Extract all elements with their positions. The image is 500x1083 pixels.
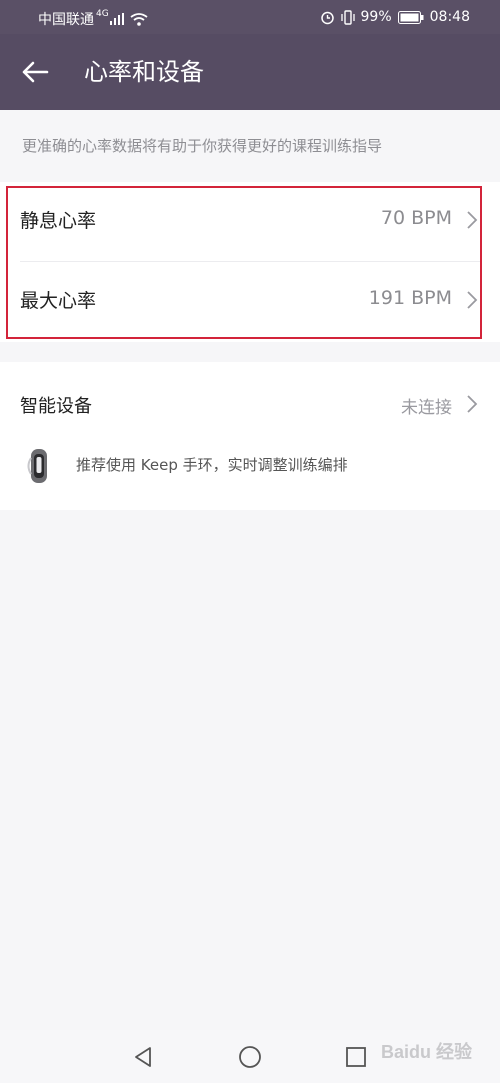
status-right: 99% 08:48 bbox=[320, 9, 470, 25]
chevron-right-icon bbox=[467, 395, 478, 413]
band-recommendation-text: 推荐使用 Keep 手环，实时调整训练编排 bbox=[76, 456, 348, 474]
circle-home-icon bbox=[239, 1046, 261, 1068]
resting-heart-rate-row[interactable]: 静息心率 70 BPM bbox=[0, 182, 500, 262]
device-status: 未连接 bbox=[401, 398, 452, 418]
nav-back-button[interactable] bbox=[128, 1042, 158, 1072]
nav-recents-button[interactable] bbox=[341, 1042, 371, 1072]
chevron-right-icon bbox=[467, 291, 478, 309]
battery-percent: 99% bbox=[360, 9, 392, 25]
network-type: 4G bbox=[96, 9, 109, 19]
smart-device-row[interactable]: 智能设备 未连接 bbox=[0, 362, 500, 446]
hint-section: 更准确的心率数据将有助于你获得更好的课程训练指导 bbox=[0, 110, 500, 182]
alarm-icon bbox=[320, 10, 335, 25]
resting-heart-rate-label: 静息心率 bbox=[20, 210, 97, 232]
triangle-back-icon bbox=[135, 1047, 151, 1067]
app-bar: 心率和设备 bbox=[0, 34, 500, 110]
max-heart-rate-row[interactable]: 最大心率 191 BPM bbox=[0, 262, 500, 342]
signal-icon bbox=[109, 13, 124, 25]
clock: 08:48 bbox=[429, 9, 470, 25]
heart-rate-card: 静息心率 70 BPM 最大心率 191 BPM bbox=[0, 182, 500, 342]
smart-device-label: 智能设备 bbox=[20, 396, 92, 417]
battery-icon bbox=[397, 10, 424, 24]
wifi-icon bbox=[130, 12, 148, 26]
page-title: 心率和设备 bbox=[84, 58, 204, 86]
chevron-right-icon bbox=[467, 211, 478, 229]
status-bar: 中国联通 4G 99% 08:48 bbox=[0, 0, 500, 34]
band-recommendation: 推荐使用 Keep 手环，实时调整训练编排 bbox=[0, 446, 500, 510]
max-heart-rate-label: 最大心率 bbox=[20, 290, 97, 312]
devices-card: 智能设备 未连接 推荐使用 Keep 手环，实时调整训练编排 bbox=[0, 362, 500, 510]
back-button[interactable] bbox=[18, 56, 52, 88]
resting-heart-rate-value: 70 BPM bbox=[380, 207, 452, 229]
watermark: Baidu 经验 bbox=[380, 1042, 472, 1062]
carrier-label: 中国联通 bbox=[38, 12, 94, 28]
nav-home-button[interactable] bbox=[235, 1042, 265, 1072]
vibrate-icon bbox=[340, 9, 355, 25]
hint-text: 更准确的心率数据将有助于你获得更好的课程训练指导 bbox=[22, 137, 383, 155]
back-arrow-icon bbox=[22, 61, 49, 83]
fitness-band-icon bbox=[27, 449, 47, 483]
status-left: 中国联通 4G bbox=[38, 9, 148, 29]
square-recents-icon bbox=[346, 1047, 366, 1067]
max-heart-rate-value: 191 BPM bbox=[368, 287, 452, 309]
